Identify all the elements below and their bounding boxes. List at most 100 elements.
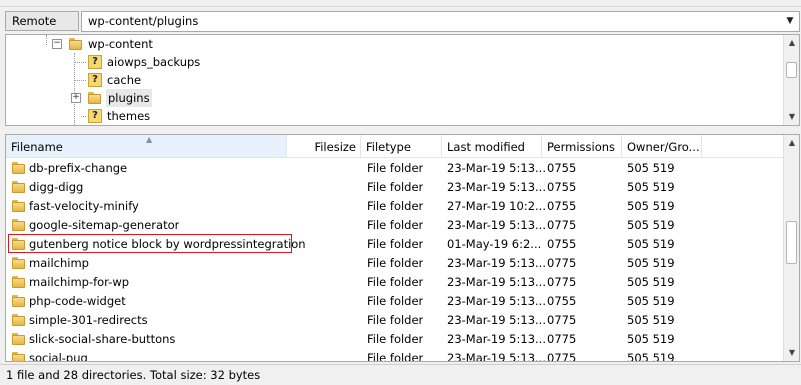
tree-item-label: aiowps_backups: [107, 55, 201, 69]
folder-icon: [69, 38, 82, 50]
owner-group-cell: 505 519: [627, 294, 675, 308]
tree-item-plugins[interactable]: + plugins: [6, 89, 766, 107]
file-row[interactable]: gutenberg notice block by wordpressinteg…: [6, 234, 785, 254]
sort-ascending-icon: ▲: [146, 135, 153, 144]
column-label: Owner/Gro...: [627, 140, 700, 154]
column-header-filename[interactable]: Filename ▲: [6, 135, 287, 157]
highlight-outline: [8, 234, 292, 253]
file-row[interactable]: digg-digg File folder 23-Mar-19 5:13... 075…: [6, 178, 785, 197]
file-list-scrollbar[interactable]: ▲ ▼: [783, 135, 799, 361]
last-modified-cell: 23-Mar-19 5:13...: [447, 275, 546, 289]
owner-group-cell: 505 519: [627, 275, 675, 289]
owner-group-cell: 505 519: [627, 351, 675, 362]
column-header-last-modified[interactable]: Last modified: [442, 135, 542, 157]
unknown-folder-icon: ?: [88, 55, 102, 69]
remote-directory-tree[interactable]: − wp-content ? aiowps_backups ? cache + …: [5, 34, 800, 126]
last-modified-cell: 23-Mar-19 5:13...: [447, 218, 546, 232]
filename-cell: digg-digg: [29, 180, 84, 194]
tree-scrollbar[interactable]: ▲ ▼: [783, 35, 799, 125]
permissions-cell: 0755: [547, 237, 577, 251]
last-modified-cell: 23-Mar-19 5:13...: [447, 161, 546, 175]
column-header-permissions[interactable]: Permissions: [542, 135, 622, 157]
folder-icon: [12, 200, 25, 212]
file-row[interactable]: slick-social-share-buttons File folder 23-…: [6, 330, 785, 349]
tree-item-label: themes: [107, 109, 151, 123]
scrollbar-thumb[interactable]: [786, 62, 797, 78]
file-row[interactable]: mailchimp File folder 23-Mar-19 5:13... 077…: [6, 254, 785, 273]
filename-cell: db-prefix-change: [29, 161, 128, 175]
column-label: Permissions: [547, 140, 616, 154]
remote-path-value[interactable]: wp-content/plugins: [88, 14, 198, 28]
filetype-cell: File folder: [367, 218, 424, 232]
folder-icon: [12, 333, 25, 345]
folder-icon: [12, 314, 25, 326]
scroll-down-icon[interactable]: ▼: [784, 345, 799, 361]
unknown-folder-icon: ?: [88, 109, 102, 123]
file-row[interactable]: fast-velocity-minify File folder 27-Mar-19…: [6, 197, 785, 216]
filetype-cell: File folder: [367, 161, 424, 175]
filename-cell: fast-velocity-minify: [29, 199, 139, 213]
scroll-up-icon[interactable]: ▲: [784, 135, 799, 151]
last-modified-cell: 23-Mar-19 5:13...: [447, 351, 546, 362]
filetype-cell: File folder: [367, 275, 424, 289]
filetype-cell: File folder: [367, 332, 424, 346]
filename-cell: mailchimp: [29, 256, 89, 270]
last-modified-cell: 23-Mar-19 5:13...: [447, 313, 546, 327]
column-header-filesize[interactable]: Filesize: [287, 135, 361, 157]
last-modified-cell: 23-Mar-19 5:13...: [447, 332, 546, 346]
permissions-cell: 0755: [547, 294, 577, 308]
folder-icon: [88, 92, 101, 104]
remote-file-list[interactable]: Filename ▲ Filesize Filetype Last modifi…: [5, 134, 800, 362]
tree-item-wp-content[interactable]: − wp-content: [6, 35, 766, 53]
remote-path-combobox[interactable]: wp-content/plugins ▼: [81, 11, 800, 32]
file-row[interactable]: php-code-widget File folder 23-Mar-19 5:13…: [6, 292, 785, 311]
permissions-cell: 0775: [547, 218, 577, 232]
owner-group-cell: 505 519: [627, 180, 675, 194]
unknown-folder-icon: ?: [88, 73, 102, 87]
tree-item-label: cache: [107, 73, 142, 87]
filename-cell: social-pug: [29, 351, 88, 362]
filename-cell: simple-301-redirects: [29, 313, 148, 327]
owner-group-cell: 505 519: [627, 218, 675, 232]
file-row[interactable]: simple-301-redirects File folder 23-Mar-19…: [6, 311, 785, 330]
tree-item-aiowps-backups[interactable]: ? aiowps_backups: [6, 53, 766, 71]
last-modified-cell: 01-May-19 6:2...: [447, 237, 542, 251]
status-bar: 1 file and 28 directories. Total size: 3…: [0, 364, 801, 385]
scroll-up-icon[interactable]: ▲: [784, 35, 799, 51]
last-modified-cell: 23-Mar-19 5:13...: [447, 180, 546, 194]
tree-item-themes[interactable]: ? themes: [6, 107, 766, 125]
collapse-icon[interactable]: −: [52, 39, 62, 49]
file-row[interactable]: google-sitemap-generator File folder 23-Ma…: [6, 216, 785, 235]
top-toolbar-edge: [0, 0, 801, 7]
file-row[interactable]: mailchimp-for-wp File folder 23-Mar-19 5:1…: [6, 273, 785, 292]
filetype-cell: File folder: [367, 351, 424, 362]
folder-icon: [12, 219, 25, 231]
chevron-down-icon[interactable]: ▼: [784, 12, 796, 31]
column-label: Last modified: [447, 140, 525, 154]
owner-group-cell: 505 519: [627, 237, 675, 251]
scroll-down-icon[interactable]: ▼: [784, 109, 799, 125]
tree-item-cache[interactable]: ? cache: [6, 71, 766, 89]
column-header-owner-group[interactable]: Owner/Gro...: [622, 135, 702, 157]
folder-icon: [12, 181, 25, 193]
column-header-filetype[interactable]: Filetype: [361, 135, 442, 157]
remote-site-label: Remote site:: [5, 11, 79, 46]
permissions-cell: 0775: [547, 275, 577, 289]
folder-icon: [12, 295, 25, 307]
filetype-cell: File folder: [367, 237, 424, 251]
remote-site-bar: Remote site: wp-content/plugins ▼: [0, 10, 801, 46]
filename-cell: google-sitemap-generator: [29, 218, 180, 232]
owner-group-cell: 505 519: [627, 199, 675, 213]
scrollbar-thumb[interactable]: [786, 221, 797, 264]
permissions-cell: 0775: [547, 351, 577, 362]
permissions-cell: 0755: [547, 161, 577, 175]
folder-icon: [12, 162, 25, 174]
expand-icon[interactable]: +: [71, 93, 81, 103]
column-label: Filesize: [314, 140, 356, 154]
file-row[interactable]: db-prefix-change File folder 23-Mar-19 5:1…: [6, 159, 785, 178]
filename-cell: mailchimp-for-wp: [29, 275, 130, 289]
permissions-cell: 0775: [547, 313, 577, 327]
filename-cell: php-code-widget: [29, 294, 126, 308]
file-row[interactable]: social-pug File folder 23-Mar-19 5:13... 07…: [6, 349, 785, 362]
filetype-cell: File folder: [367, 294, 424, 308]
